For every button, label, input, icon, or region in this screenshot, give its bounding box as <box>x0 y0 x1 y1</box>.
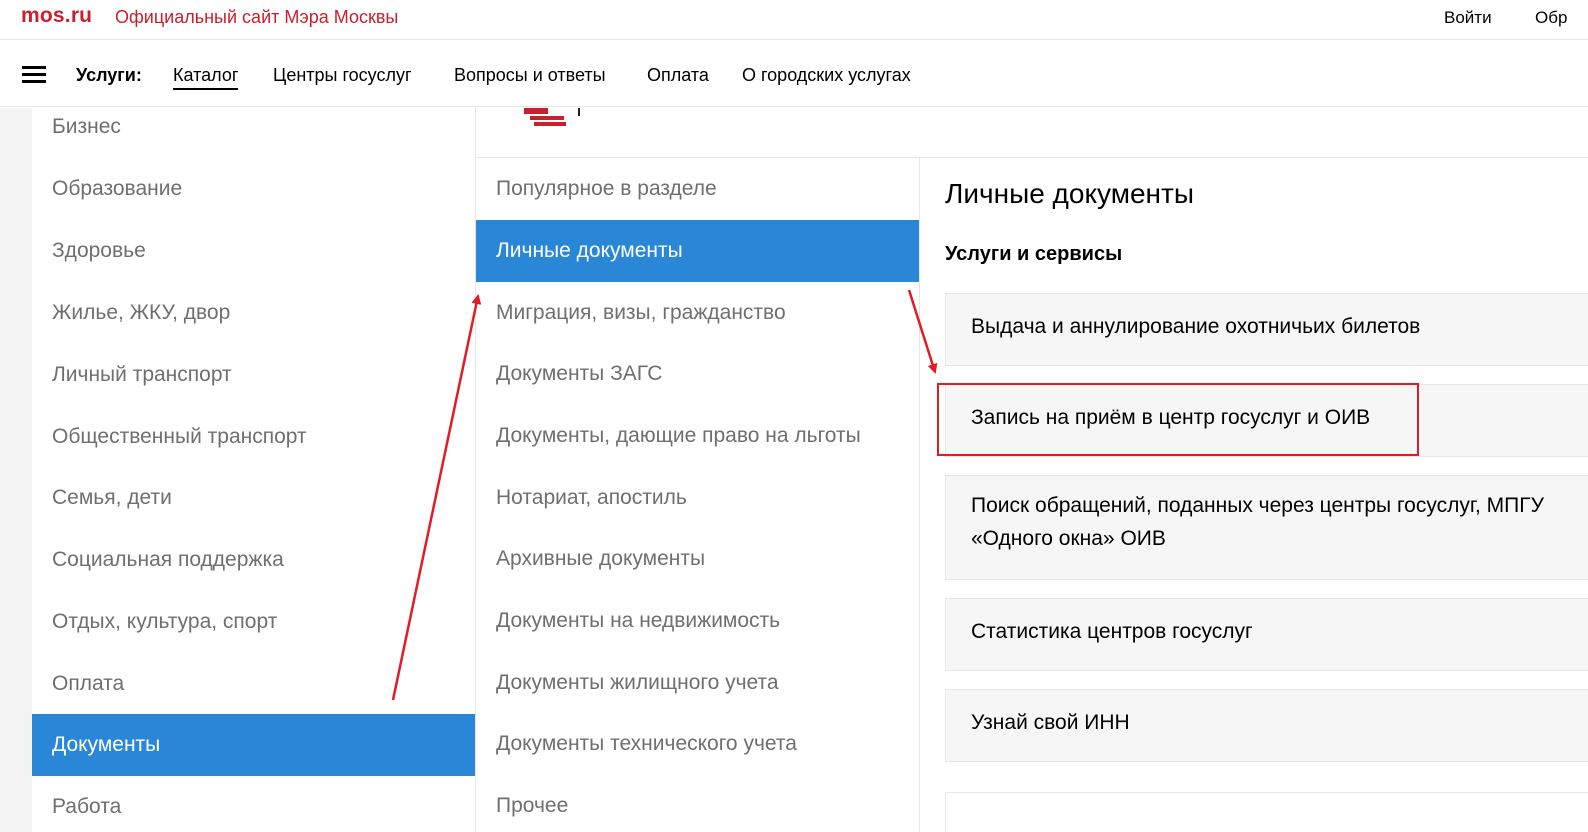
nav-payment[interactable]: Оплата <box>647 65 709 86</box>
subcategory-item[interactable]: Популярное в разделе <box>476 158 919 220</box>
category-item[interactable]: Жилье, ЖКУ, двор <box>32 282 475 344</box>
left-gutter <box>0 108 32 832</box>
subcategory-item[interactable]: Прочее <box>476 775 919 832</box>
subcategory-item[interactable]: Документы на недвижимость <box>476 590 919 652</box>
category-item[interactable]: Образование <box>32 158 475 220</box>
nav-faq[interactable]: Вопросы и ответы <box>454 65 606 86</box>
service-card[interactable]: Выдача и аннулирование охотничьих билето… <box>945 293 1588 366</box>
subcategory-item[interactable]: Документы, дающие право на льготы <box>476 405 919 467</box>
category-item[interactable]: Личный транспорт <box>32 344 475 406</box>
site-title-link[interactable]: Официальный сайт Мэра Москвы <box>115 7 398 28</box>
login-link[interactable]: Войти <box>1444 8 1492 28</box>
subcategory-item[interactable]: Нотариат, апостиль <box>476 467 919 529</box>
service-card-appointment[interactable]: Запись на приём в центр госуслуг и ОИВ <box>945 384 1588 457</box>
service-card[interactable]: Статистика центров госуслуг <box>945 598 1588 671</box>
category-item[interactable]: Общественный транспорт <box>32 406 475 468</box>
section-title: Личные документы <box>945 178 1194 209</box>
subcategory-item[interactable]: Документы жилищного учета <box>476 652 919 714</box>
category-item[interactable]: Здоровье <box>32 220 475 282</box>
service-card-label: Запись на приём в центр госуслуг и ОИВ <box>971 406 1371 429</box>
menu-icon[interactable] <box>22 66 46 84</box>
service-card-label: Узнай свой ИНН <box>971 711 1130 734</box>
service-card-label: «Одного окна» ОИВ <box>971 527 1166 550</box>
nav-catalog[interactable]: Каталог <box>173 65 239 90</box>
category-item[interactable]: Социальная поддержка <box>32 529 475 591</box>
subcategory-item[interactable]: Миграция, визы, гражданство <box>476 282 919 344</box>
topbar-cut-link[interactable]: Обр <box>1535 8 1567 28</box>
service-card[interactable]: Узнай свой ИНН <box>945 689 1588 762</box>
category-item[interactable]: Бизнес <box>32 96 475 158</box>
services-label: Услуги: <box>76 65 142 85</box>
category-list: Бизнес Образование Здоровье Жилье, ЖКУ, … <box>32 96 475 832</box>
category-item[interactable]: Оплата <box>32 653 475 715</box>
subcategory-list: Популярное в разделе Личные документы Ми… <box>476 158 919 832</box>
site-logo[interactable]: mos.ru <box>21 4 92 28</box>
service-card-label: Выдача и аннулирование охотничьих билето… <box>971 315 1421 338</box>
nav-service-centers[interactable]: Центры госуслуг <box>273 65 412 86</box>
nav-about-services[interactable]: О городских услугах <box>742 65 911 86</box>
subcategory-item-personal-documents[interactable]: Личные документы <box>476 220 919 282</box>
category-item[interactable]: Семья, дети <box>32 467 475 529</box>
category-item[interactable]: Отдых, культура, спорт <box>32 591 475 653</box>
services-heading: Услуги и сервисы <box>945 243 1123 265</box>
service-card-partial[interactable] <box>945 792 1588 832</box>
subcategory-item[interactable]: Архивные документы <box>476 528 919 590</box>
column-divider <box>919 158 920 832</box>
top-bar: mos.ru Официальный сайт Мэра Москвы Войт… <box>0 0 1588 40</box>
service-card-label: Поиск обращений, поданных через центры г… <box>971 494 1544 517</box>
category-item[interactable]: Работа <box>32 776 475 832</box>
category-item-documents[interactable]: Документы <box>32 714 475 776</box>
service-card[interactable]: Поиск обращений, поданных через центры г… <box>945 475 1588 580</box>
subcategory-item[interactable]: Документы технического учета <box>476 713 919 775</box>
section-logo-icon <box>520 108 580 128</box>
subcategory-item[interactable]: Документы ЗАГС <box>476 343 919 405</box>
service-card-label: Статистика центров госуслуг <box>971 620 1253 643</box>
